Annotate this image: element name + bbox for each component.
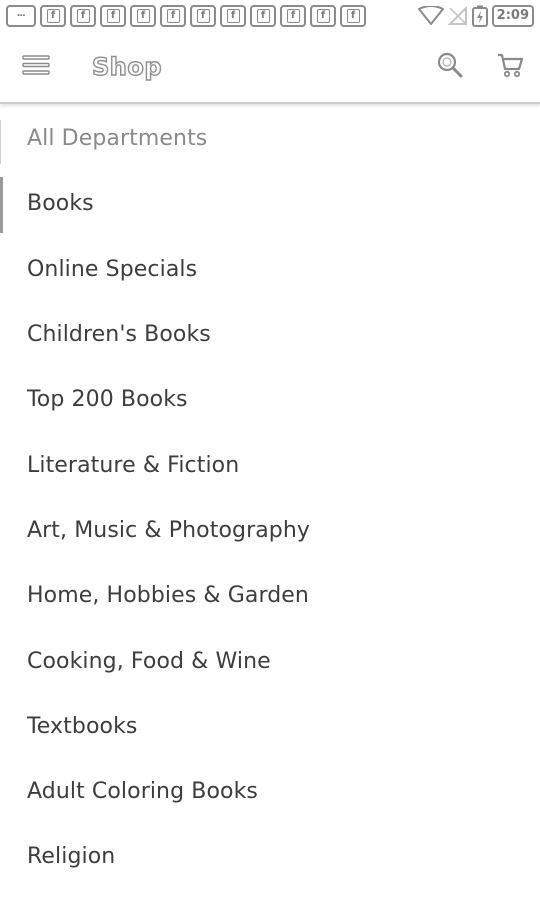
signal-icon bbox=[447, 6, 468, 26]
app-bar: Shop bbox=[0, 32, 540, 104]
status-right: 2:09 bbox=[417, 5, 534, 27]
list-item[interactable]: Adult Coloring Books bbox=[0, 759, 540, 824]
facebook-icon: f bbox=[70, 5, 96, 27]
list-item[interactable]: Children's Books bbox=[0, 302, 540, 367]
notification-icons: ··· f f f f f f f f f f f bbox=[6, 5, 366, 27]
status-bar: ··· f f f f f f f f f f f 2:09 bbox=[0, 0, 540, 32]
screen: ··· f f f f f f f f f f f 2:09 Shop All … bbox=[0, 0, 540, 897]
list-item[interactable]: Home, Hobbies & Garden bbox=[0, 563, 540, 628]
more-notifications-icon: ··· bbox=[6, 5, 36, 27]
department-list: All Departments Books Online Specials Ch… bbox=[0, 106, 540, 890]
facebook-icon: f bbox=[40, 5, 66, 27]
page-title: Shop bbox=[91, 52, 163, 81]
facebook-icon: f bbox=[250, 5, 276, 27]
list-item[interactable]: Textbooks bbox=[0, 694, 540, 759]
list-item[interactable]: Art, Music & Photography bbox=[0, 498, 540, 563]
list-item[interactable]: Literature & Fiction bbox=[0, 432, 540, 497]
list-item[interactable]: Books bbox=[0, 171, 540, 236]
app-bar-actions bbox=[430, 47, 530, 87]
facebook-icon: f bbox=[310, 5, 336, 27]
cart-button[interactable] bbox=[490, 47, 530, 87]
facebook-icon: f bbox=[220, 5, 246, 27]
facebook-icon: f bbox=[160, 5, 186, 27]
search-icon bbox=[436, 51, 464, 84]
battery-icon bbox=[471, 5, 488, 27]
facebook-icon: f bbox=[100, 5, 126, 27]
menu-icon bbox=[22, 54, 50, 81]
list-header-all-departments[interactable]: All Departments bbox=[0, 106, 540, 171]
facebook-icon: f bbox=[280, 5, 306, 27]
status-time: 2:09 bbox=[491, 5, 534, 27]
list-item[interactable]: Online Specials bbox=[0, 237, 540, 302]
facebook-icon: f bbox=[130, 5, 156, 27]
list-item[interactable]: Top 200 Books bbox=[0, 367, 540, 432]
facebook-icon: f bbox=[340, 5, 366, 27]
list-item[interactable]: Religion bbox=[0, 824, 540, 889]
search-button[interactable] bbox=[430, 47, 470, 87]
facebook-icon: f bbox=[190, 5, 216, 27]
cart-icon bbox=[496, 51, 524, 84]
wifi-icon bbox=[417, 6, 444, 26]
list-item[interactable]: Cooking, Food & Wine bbox=[0, 628, 540, 693]
menu-button[interactable] bbox=[14, 45, 58, 89]
